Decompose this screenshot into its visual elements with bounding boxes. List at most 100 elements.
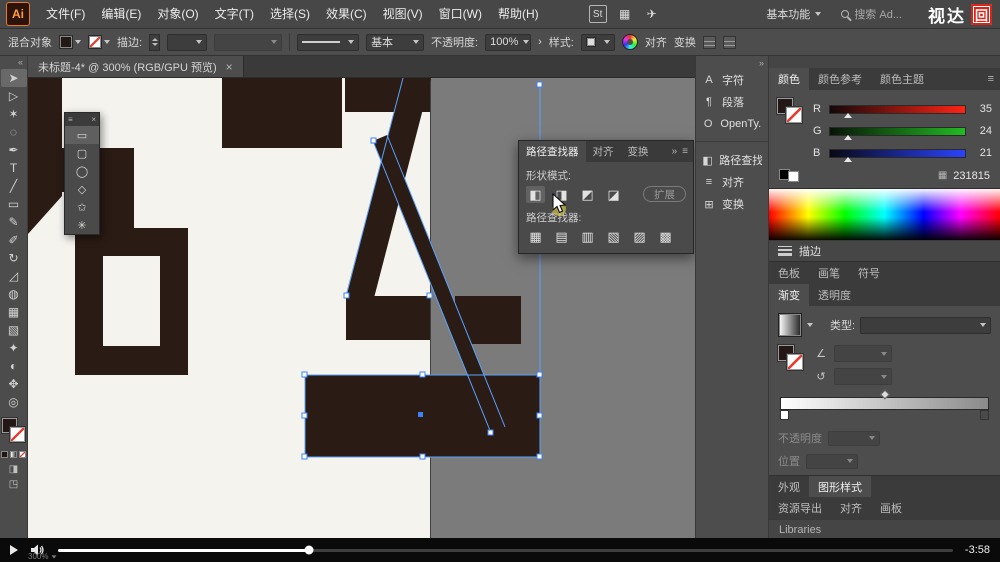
tab-transform[interactable]: 变换	[621, 141, 656, 162]
tab-color-themes[interactable]: 颜色主题	[871, 68, 933, 90]
transform-shortcut[interactable]: 变换	[674, 34, 696, 50]
recolor-artwork-icon[interactable]	[622, 34, 638, 50]
tab-symbols[interactable]: 符号	[849, 262, 889, 284]
panel-button-pathfinder[interactable]: ◧路径查找...	[696, 149, 768, 171]
tab-transparency[interactable]: 透明度	[809, 284, 860, 306]
unite-button[interactable]: ◧	[526, 186, 545, 203]
zoom-level-status[interactable]: 300%	[28, 552, 57, 561]
panel-menu-icon[interactable]: ≡	[982, 68, 1000, 90]
opacity-field[interactable]: 100%	[485, 34, 531, 51]
merge-button[interactable]: ▥	[578, 228, 597, 245]
polygon-tool[interactable]: ◇	[65, 180, 99, 198]
slider-handle[interactable]	[844, 135, 852, 140]
menu-item-5[interactable]: 效果(C)	[318, 0, 375, 28]
hex-value[interactable]: 231815	[953, 170, 990, 182]
minus-back-button[interactable]: ▩	[656, 228, 675, 245]
gradient-fill-stroke-proxy[interactable]	[778, 345, 806, 377]
gradient-stop-start[interactable]	[780, 410, 789, 420]
transform-icon[interactable]	[723, 36, 736, 49]
minus-front-button[interactable]: ◨	[552, 186, 571, 203]
menu-item-8[interactable]: 帮助(H)	[490, 0, 547, 28]
tool-lasso[interactable]: ◌	[1, 123, 27, 141]
close-icon[interactable]: ×	[91, 115, 96, 124]
panel-button-align[interactable]: ≡对齐	[696, 171, 768, 193]
stroke-proxy[interactable]	[10, 427, 25, 442]
collapse-tools-icon[interactable]: «	[18, 56, 27, 69]
tab-align[interactable]: 对齐	[831, 497, 871, 519]
brush-definition-select[interactable]: 基本	[366, 34, 424, 51]
menu-item-1[interactable]: 编辑(E)	[93, 0, 149, 28]
align-shortcut[interactable]: 对齐	[645, 34, 667, 50]
tool-pen[interactable]: ✒	[1, 141, 27, 159]
stroke-proxy[interactable]	[786, 107, 802, 123]
tool-hand[interactable]: ✥	[1, 375, 27, 393]
rounded-rectangle-tool[interactable]: ▢	[65, 144, 99, 162]
slider-handle[interactable]	[844, 113, 852, 118]
white-swatch[interactable]	[788, 171, 799, 182]
menu-item-3[interactable]: 文字(T)	[207, 0, 262, 28]
panel-button-paragraph[interactable]: ¶段落	[696, 91, 768, 113]
rectangle-tool[interactable]: ▭	[65, 126, 99, 144]
draw-mode-icon[interactable]: ◨	[1, 462, 27, 477]
tool-shape-builder[interactable]: ◍	[1, 285, 27, 303]
menu-item-7[interactable]: 窗口(W)	[431, 0, 490, 28]
aspect-field[interactable]	[834, 368, 892, 385]
rocket-icon[interactable]: ✈	[643, 5, 661, 23]
illustrator-logo[interactable]: Ai	[6, 2, 30, 26]
fill-stroke-indicator[interactable]	[1, 418, 27, 446]
tab-brushes[interactable]: 画笔	[809, 262, 849, 284]
menu-item-4[interactable]: 选择(S)	[262, 0, 318, 28]
tool-line-segment[interactable]: ╱	[1, 177, 27, 195]
center-anchor[interactable]	[418, 412, 423, 417]
screen-mode-icon[interactable]: ◳	[1, 477, 27, 492]
fill-stroke-proxy[interactable]	[777, 98, 805, 130]
panel-button-character[interactable]: A字符	[696, 69, 768, 91]
tool-gradient[interactable]: ▧	[1, 321, 27, 339]
panel-button-transform[interactable]: ⊞变换	[696, 193, 768, 215]
tab-align[interactable]: 对齐	[586, 141, 621, 162]
tool-rectangle[interactable]: ▭	[1, 195, 27, 213]
none-mode-icon[interactable]	[19, 451, 26, 458]
canvas[interactable]: ≡ × ▭▢◯◇✩✳ 路径查找器对齐变换 » ≡ 形状模式:	[28, 78, 695, 538]
flyout-header[interactable]: ≡ ×	[65, 113, 99, 126]
document-tab[interactable]: 未标题-4* @ 300% (RGB/GPU 预览) ×	[28, 56, 244, 77]
outline-button[interactable]: ▨	[630, 228, 649, 245]
tool-blend[interactable]: ◐	[1, 357, 27, 375]
menu-item-2[interactable]: 对象(O)	[149, 0, 206, 28]
slider-handle[interactable]	[844, 157, 852, 162]
tab-asset-export[interactable]: 资源导出	[769, 497, 831, 519]
tool-pencil[interactable]: ✐	[1, 231, 27, 249]
tab-graphic-styles[interactable]: 图形样式	[809, 476, 871, 497]
width-profile-select[interactable]	[214, 34, 282, 51]
gradient-slider[interactable]	[780, 397, 989, 423]
gradient-mode-icon[interactable]	[10, 451, 17, 458]
graphic-style-select[interactable]	[581, 34, 615, 51]
tool-magic-wand[interactable]: ✶	[1, 105, 27, 123]
tool-direct-selection[interactable]: ▷	[1, 87, 27, 105]
menu-item-6[interactable]: 视图(V)	[375, 0, 431, 28]
trim-button[interactable]: ▤	[552, 228, 571, 245]
color-spectrum[interactable]	[769, 188, 1000, 240]
tool-eyedropper[interactable]: ✦	[1, 339, 27, 357]
crop-button[interactable]: ▧	[604, 228, 623, 245]
search-field[interactable]: 搜索 Ad...	[841, 6, 902, 22]
tab-swatches[interactable]: 色板	[769, 262, 809, 284]
tool-mesh[interactable]: ▦	[1, 303, 27, 321]
slider-track[interactable]	[829, 127, 966, 136]
divide-button[interactable]: ▦	[526, 228, 545, 245]
tab-color[interactable]: 颜色	[769, 68, 809, 90]
workspace-switcher[interactable]: 基本功能	[766, 6, 821, 22]
tool-selection[interactable]: ➤	[1, 69, 27, 87]
gradient-type-select[interactable]	[860, 317, 991, 334]
progress-handle[interactable]	[304, 546, 313, 555]
tool-paintbrush[interactable]: ✎	[1, 213, 27, 231]
panel-menu-icon[interactable]: ≡	[682, 146, 688, 157]
gradient-opacity-field[interactable]	[828, 431, 880, 446]
gradient-position-field[interactable]	[806, 454, 858, 469]
exclude-button[interactable]: ◪	[604, 186, 623, 203]
star-tool[interactable]: ✩	[65, 198, 99, 216]
expand-button[interactable]: 扩展	[643, 186, 686, 202]
tool-zoom[interactable]: ◎	[1, 393, 27, 411]
play-button[interactable]	[10, 545, 18, 555]
align-icon[interactable]	[703, 36, 716, 49]
